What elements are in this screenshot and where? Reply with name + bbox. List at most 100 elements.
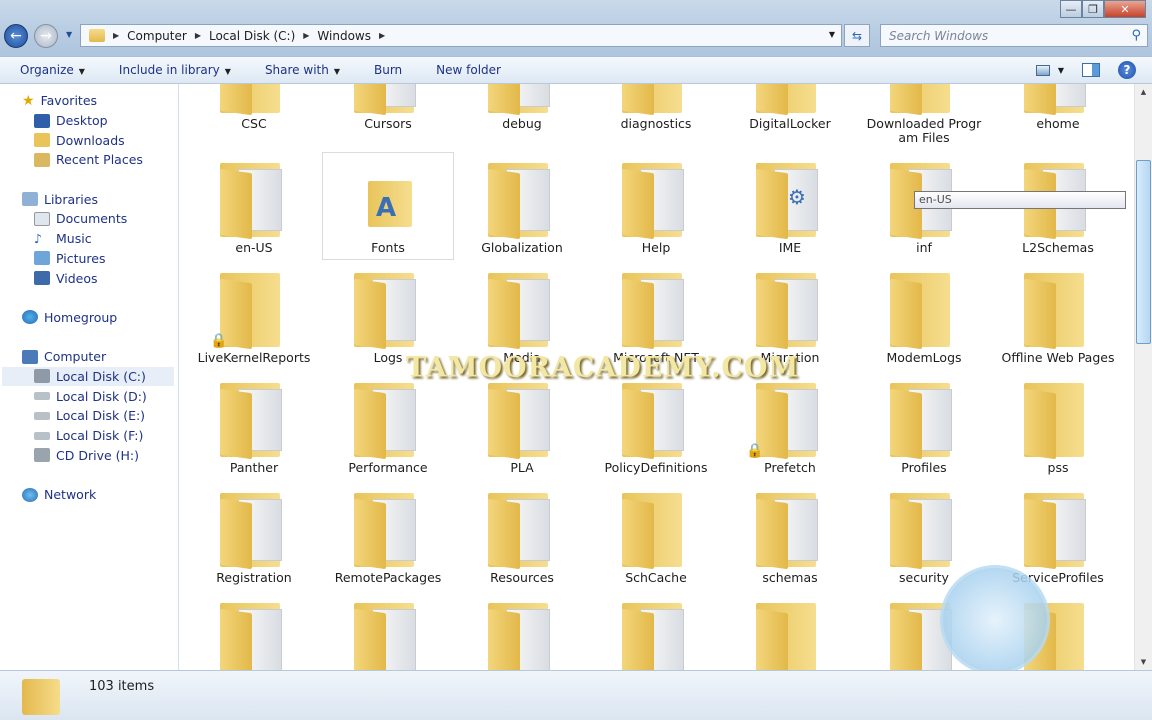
folder-icon: 🔒 — [746, 379, 828, 461]
preview-pane-icon[interactable] — [1082, 63, 1100, 77]
minimize-button[interactable]: — — [1060, 0, 1082, 18]
folder-icon — [484, 269, 560, 351]
folder-item[interactable]: ehome — [991, 84, 1125, 151]
folder-item[interactable]: Downloaded Program Files — [857, 84, 991, 151]
documents-icon — [34, 211, 50, 226]
folder-name: inf — [916, 240, 932, 255]
sidebar-item-pictures[interactable]: Pictures — [0, 249, 178, 269]
chevron-right-icon[interactable]: ▶ — [303, 31, 309, 40]
chevron-right-icon[interactable]: ▶ — [195, 31, 201, 40]
burn-button[interactable]: Burn — [374, 63, 402, 77]
breadcrumb-local-disk[interactable]: Local Disk (C:) — [209, 29, 295, 43]
sidebar-label: Homegroup — [44, 309, 118, 325]
folder-item[interactable]: en-US — [187, 151, 321, 261]
sidebar-item-documents[interactable]: Documents — [0, 209, 178, 229]
organize-button[interactable]: Organize ▼ — [20, 63, 85, 77]
breadcrumb-windows[interactable]: Windows — [317, 29, 371, 43]
help-icon[interactable]: ? — [1118, 61, 1136, 79]
folder-item[interactable]: ModemLogs — [857, 261, 991, 371]
folder-item[interactable]: Cursors — [321, 84, 455, 151]
sidebar-item-recent-places[interactable]: Recent Places — [0, 150, 178, 170]
folder-item[interactable]: RemotePackages — [321, 481, 455, 591]
drive-icon — [34, 411, 50, 420]
folder-icon: 🔒 — [210, 269, 292, 351]
folder-item[interactable]: Resources — [455, 481, 589, 591]
sidebar-item-network[interactable]: Network — [0, 485, 178, 505]
folder-item[interactable] — [723, 591, 857, 670]
sidebar-label: Videos — [56, 270, 98, 286]
folder-item[interactable]: PolicyDefinitions — [589, 371, 723, 481]
sidebar-item-downloads[interactable]: Downloads — [0, 130, 178, 150]
folder-item[interactable]: pss — [991, 371, 1125, 481]
folder-item[interactable] — [321, 591, 455, 670]
recent-pages-dropdown[interactable]: ▼ — [66, 30, 72, 39]
sidebar-item-libraries[interactable]: Libraries — [0, 189, 178, 209]
folder-icon — [216, 489, 292, 571]
folder-item[interactable]: Offline Web Pages — [991, 261, 1125, 371]
folder-item[interactable]: Globalization — [455, 151, 589, 261]
folder-item[interactable]: 🔒 LiveKernelReports — [187, 261, 321, 371]
search-input[interactable]: Search Windows ⚲ — [880, 24, 1148, 47]
scrollbar-thumb[interactable] — [1136, 160, 1151, 344]
sidebar-item-local-disk-e[interactable]: Local Disk (E:) — [0, 406, 178, 426]
search-icon[interactable]: ⚲ — [1131, 28, 1141, 43]
view-dropdown-icon[interactable]: ▼ — [1058, 66, 1064, 75]
sidebar-item-local-disk-c[interactable]: Local Disk (C:) — [2, 366, 174, 387]
share-with-button[interactable]: Share with ▼ — [265, 63, 340, 77]
folder-item[interactable]: 🔒 Prefetch — [723, 371, 857, 481]
folder-icon — [618, 489, 694, 571]
scroll-up-icon[interactable]: ▲ — [1135, 84, 1152, 100]
sidebar-label: Favorites — [40, 93, 98, 109]
folder-item[interactable]: debug — [455, 84, 589, 151]
chevron-right-icon[interactable]: ▶ — [379, 31, 385, 40]
back-button[interactable]: ← — [4, 24, 28, 48]
address-bar[interactable]: ▶ Computer ▶ Local Disk (C:) ▶ Windows ▶… — [80, 24, 842, 47]
new-folder-button[interactable]: New folder — [436, 63, 501, 77]
folder-item[interactable] — [455, 591, 589, 670]
videos-icon — [34, 271, 50, 286]
folder-item[interactable] — [589, 591, 723, 670]
lock-icon: 🔒 — [210, 333, 228, 349]
folder-item[interactable]: ⚙ IME — [723, 151, 857, 261]
folder-item[interactable]: A Fonts — [321, 151, 455, 261]
folder-item[interactable]: SchCache — [589, 481, 723, 591]
close-button[interactable]: ✕ — [1104, 0, 1146, 18]
folder-item[interactable]: diagnostics — [589, 84, 723, 151]
scroll-down-icon[interactable]: ▼ — [1135, 654, 1152, 670]
address-dropdown-icon[interactable]: ▼ — [829, 30, 835, 39]
sidebar-item-desktop[interactable]: Desktop — [0, 111, 178, 131]
chevron-right-icon[interactable]: ▶ — [113, 31, 119, 40]
sidebar-item-local-disk-f[interactable]: Local Disk (F:) — [0, 426, 178, 446]
breadcrumb-computer[interactable]: Computer — [127, 29, 187, 43]
include-in-library-button[interactable]: Include in library ▼ — [119, 63, 231, 77]
downloads-icon — [34, 133, 50, 148]
forward-button[interactable]: → — [34, 24, 58, 48]
vertical-scrollbar[interactable]: ▲ ▼ — [1134, 84, 1152, 670]
folder-item[interactable] — [187, 591, 321, 670]
maximize-button[interactable]: ❐ — [1082, 0, 1104, 18]
folder-item[interactable]: Performance — [321, 371, 455, 481]
folder-item[interactable]: Profiles — [857, 371, 991, 481]
sidebar-item-computer[interactable]: Computer — [0, 347, 178, 367]
sidebar-item-videos[interactable]: Videos — [0, 268, 178, 288]
folder-item[interactable]: DigitalLocker — [723, 84, 857, 151]
change-view-icon[interactable] — [1035, 64, 1050, 76]
sidebar-item-local-disk-d[interactable]: Local Disk (D:) — [0, 386, 178, 406]
sidebar-item-homegroup[interactable]: Homegroup — [0, 308, 178, 328]
sidebar-item-cd-drive-h[interactable]: CD Drive (H:) — [0, 445, 178, 465]
folder-item[interactable]: schemas — [723, 481, 857, 591]
folder-item[interactable]: PLA — [455, 371, 589, 481]
folder-item[interactable]: Help — [589, 151, 723, 261]
sidebar-item-favorites[interactable]: ★ Favorites — [0, 91, 178, 111]
folder-icon — [484, 379, 560, 461]
folder-icon — [350, 379, 426, 461]
chevron-down-icon: ▼ — [224, 67, 231, 76]
refresh-button[interactable]: ⇆ — [844, 24, 870, 47]
folder-item[interactable]: Panther — [187, 371, 321, 481]
folder-item[interactable]: Registration — [187, 481, 321, 591]
folder-name: Performance — [348, 460, 428, 475]
folder-item[interactable]: CSC — [187, 84, 321, 151]
sidebar-item-music[interactable]: ♪ Music — [0, 229, 178, 249]
item-count: 103 items — [89, 679, 155, 694]
sidebar-label: Pictures — [56, 250, 106, 266]
